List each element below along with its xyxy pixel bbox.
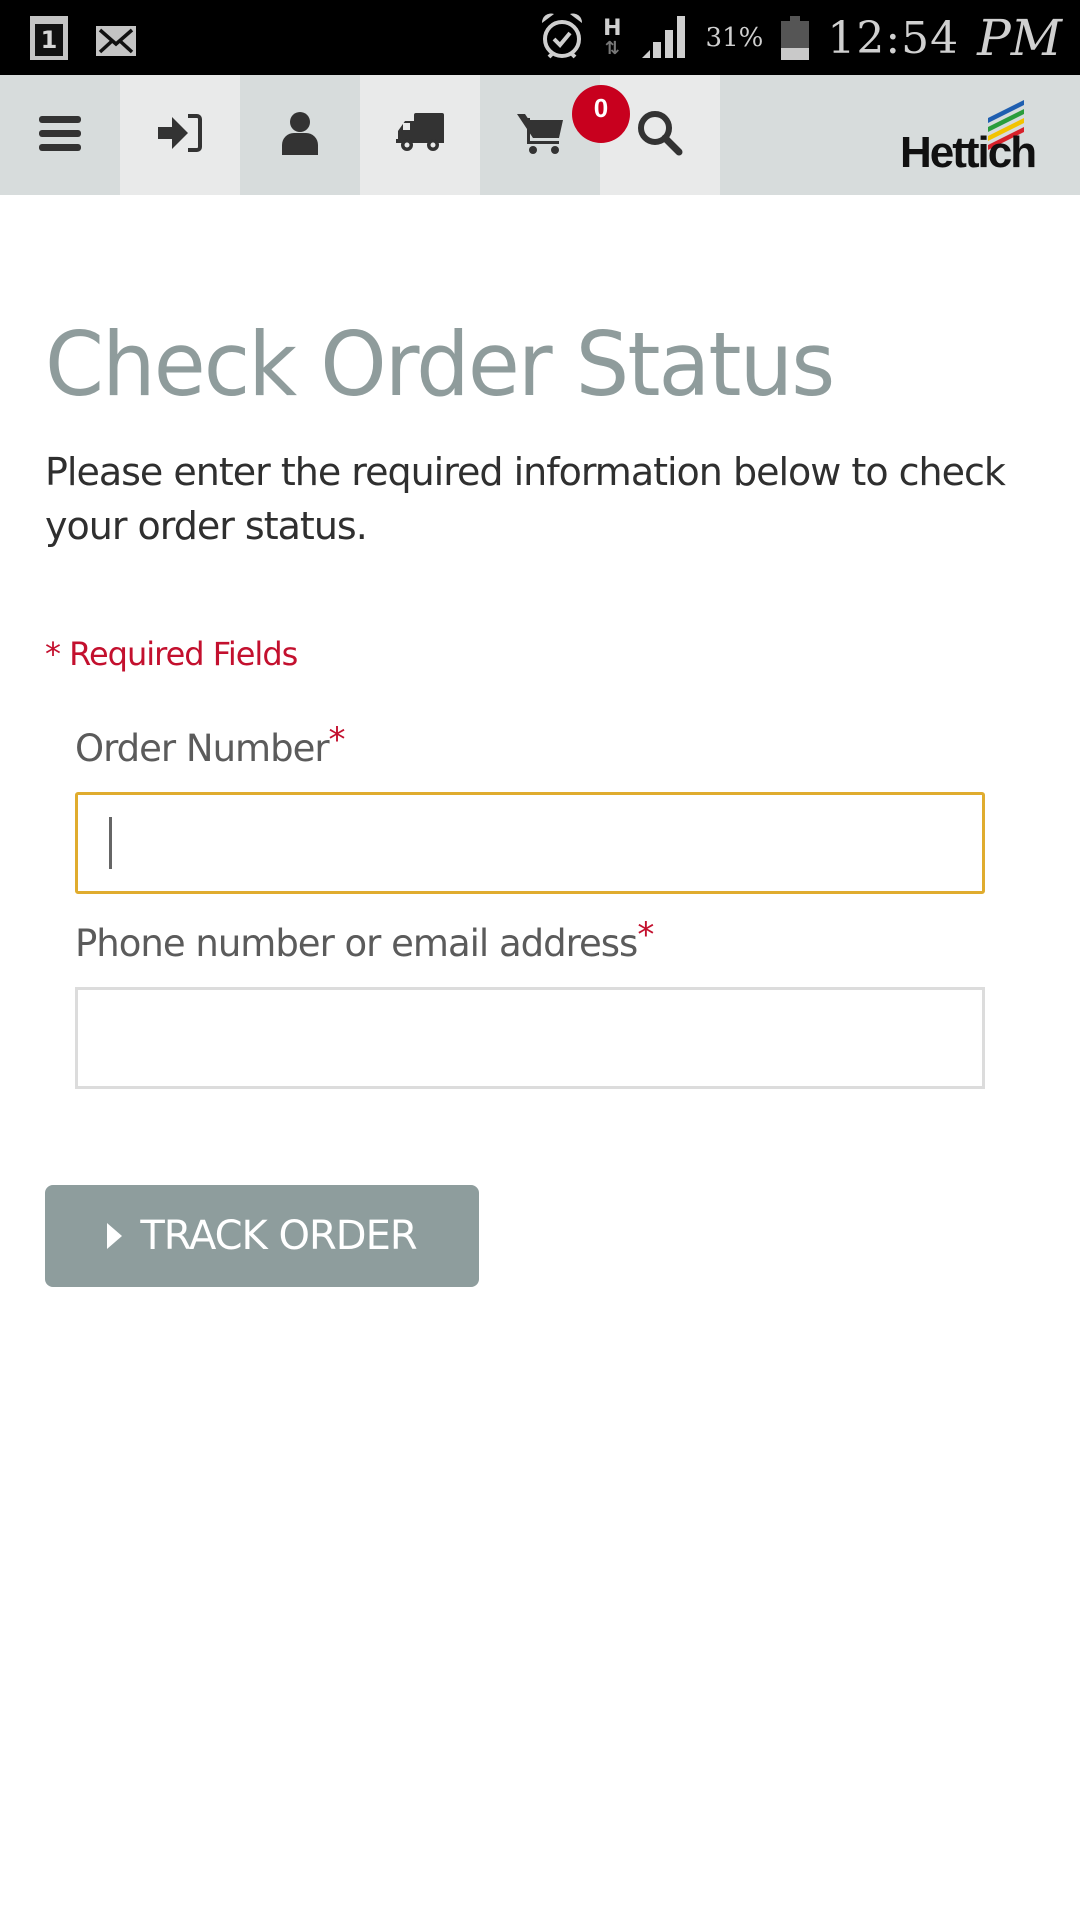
battery-icon bbox=[781, 16, 810, 60]
clock-time: 12:54 bbox=[827, 12, 960, 64]
notification-count: 1 bbox=[35, 24, 63, 56]
hamburger-icon bbox=[39, 115, 81, 156]
order-number-input[interactable] bbox=[75, 792, 985, 894]
status-bar: 1 H ⇅ 31% 12:54 PM bbox=[0, 0, 1080, 75]
login-button[interactable] bbox=[120, 75, 240, 195]
user-icon bbox=[280, 111, 320, 160]
play-arrow-icon bbox=[107, 1223, 123, 1249]
sign-in-icon bbox=[158, 113, 202, 158]
phone-or-email-input[interactable] bbox=[75, 987, 985, 1089]
battery-percent: 31% bbox=[705, 23, 764, 53]
network-type-indicator: H ⇅ bbox=[603, 18, 621, 58]
hettich-logo[interactable]: Hettich bbox=[900, 92, 1040, 182]
track-order-button[interactable]: TRACK ORDER bbox=[45, 1185, 479, 1287]
order-number-label: Order Number* bbox=[75, 720, 346, 770]
cart-icon bbox=[517, 112, 563, 159]
data-arrows-icon: ⇅ bbox=[604, 38, 620, 59]
order-tracking-button[interactable] bbox=[360, 75, 480, 195]
contact-label-text: Phone number or email address bbox=[75, 922, 638, 965]
menu-button[interactable] bbox=[0, 75, 120, 195]
notification-icon: 1 bbox=[30, 16, 68, 60]
required-fields-note: * Required Fields bbox=[45, 635, 298, 673]
contact-label: Phone number or email address* bbox=[75, 915, 654, 965]
logo-text: Hettich bbox=[900, 128, 1037, 177]
mail-icon bbox=[96, 26, 136, 56]
signal-icon bbox=[640, 12, 688, 65]
clock-ampm: PM bbox=[977, 9, 1062, 67]
cart-button[interactable]: 0 bbox=[480, 75, 630, 195]
page-title: Check Order Status bbox=[45, 313, 835, 416]
order-number-label-text: Order Number bbox=[75, 727, 330, 770]
text-cursor bbox=[109, 817, 112, 869]
cart-count-badge: 0 bbox=[572, 85, 630, 143]
account-button[interactable] bbox=[240, 75, 360, 195]
intro-text: Please enter the required information be… bbox=[45, 450, 1006, 548]
required-asterisk: * bbox=[328, 720, 346, 760]
truck-icon bbox=[396, 112, 444, 158]
required-asterisk: * bbox=[637, 915, 654, 955]
search-icon bbox=[637, 110, 683, 161]
track-order-label: TRACK ORDER bbox=[140, 1213, 417, 1259]
alarm-icon bbox=[539, 11, 585, 66]
network-type: H bbox=[603, 16, 622, 41]
